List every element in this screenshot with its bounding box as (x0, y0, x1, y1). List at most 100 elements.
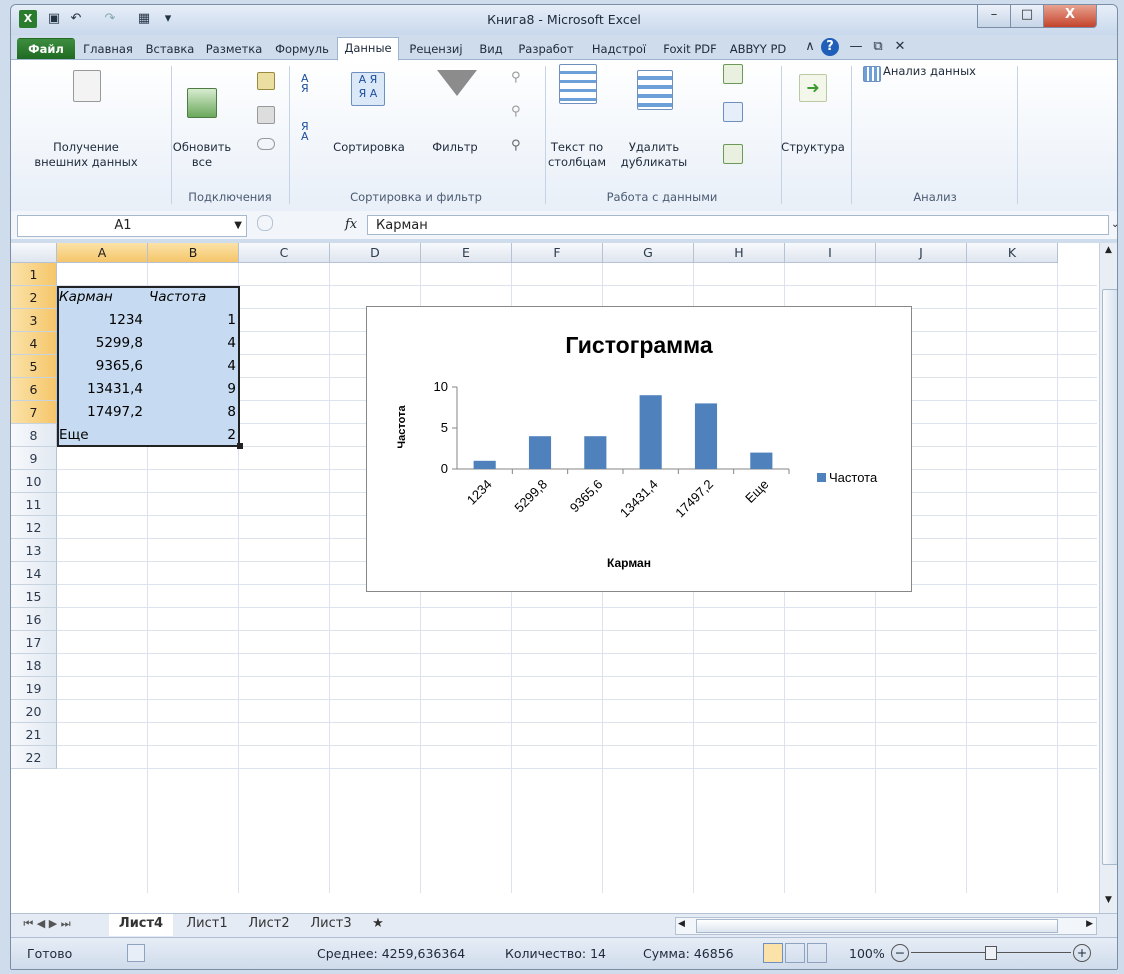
close-button[interactable]: X (1043, 5, 1097, 28)
cell-A1[interactable]: Карман (59, 286, 147, 309)
row-header-6[interactable]: 6 (11, 378, 57, 401)
ribbon-minimize-icon[interactable]: ∧ (801, 38, 819, 56)
select-all-corner[interactable] (11, 243, 57, 263)
tab-file[interactable]: Файл (17, 38, 75, 60)
normal-view-icon[interactable] (763, 943, 783, 963)
cell-B6[interactable]: 8 (149, 401, 239, 424)
clear-filter-icon[interactable]: ⚲ (511, 70, 527, 86)
zoom-in-icon[interactable]: + (1073, 944, 1091, 962)
sheet-tab[interactable]: Лист3 (303, 914, 359, 934)
row-header-14[interactable]: 14 (11, 562, 57, 585)
workbook-minimize-icon[interactable]: — (847, 38, 865, 56)
column-header-B[interactable]: B (148, 243, 239, 263)
column-header-D[interactable]: D (330, 243, 421, 263)
row-header-15[interactable]: 15 (11, 585, 57, 608)
sort-za-icon[interactable]: ЯА (301, 121, 317, 142)
column-header-G[interactable]: G (603, 243, 694, 263)
row-header-16[interactable]: 16 (11, 608, 57, 631)
column-header-J[interactable]: J (876, 243, 967, 263)
reapply-filter-icon[interactable]: ⚲ (511, 104, 527, 120)
help-icon[interactable]: ? (821, 38, 839, 56)
row-header-7[interactable]: 7 (11, 401, 57, 424)
column-header-K[interactable]: K (967, 243, 1058, 263)
row-header-12[interactable]: 12 (11, 516, 57, 539)
cell-B3[interactable]: 4 (149, 332, 239, 355)
maximize-button[interactable]: □ (1010, 5, 1044, 28)
row-header-2[interactable]: 2 (11, 286, 57, 309)
consolidate-icon[interactable] (723, 102, 743, 122)
workbook-restore-icon[interactable]: ⧉ (869, 38, 887, 56)
row-header-19[interactable]: 19 (11, 677, 57, 700)
row-header-17[interactable]: 17 (11, 631, 57, 654)
expand-formula-icon[interactable]: ⌄ (1111, 219, 1117, 230)
scroll-right-icon[interactable]: ▶ (1086, 919, 1093, 929)
name-box[interactable]: A1 ▼ (17, 215, 247, 237)
row-header-3[interactable]: 3 (11, 309, 57, 332)
column-header-A[interactable]: A (57, 243, 148, 263)
formula-input[interactable]: Карман (367, 215, 1109, 235)
tab-abbyy[interactable]: ABBYY PD (725, 38, 791, 60)
horizontal-scroll-thumb[interactable] (696, 919, 1058, 933)
tab-home[interactable]: Главная (77, 38, 139, 60)
row-header-22[interactable]: 22 (11, 746, 57, 769)
horizontal-scrollbar[interactable]: ◀ ▶ (675, 917, 1097, 935)
row-header-18[interactable]: 18 (11, 654, 57, 677)
row-header-1[interactable]: 1 (11, 263, 57, 286)
insert-function-button[interactable]: fx (345, 215, 367, 235)
cell-B2[interactable]: 1 (149, 309, 239, 332)
cell-A3[interactable]: 5299,8 (59, 332, 147, 355)
row-header-10[interactable]: 10 (11, 470, 57, 493)
scroll-up-icon[interactable]: ▲ (1101, 245, 1116, 259)
page-break-view-icon[interactable] (807, 943, 827, 963)
column-header-I[interactable]: I (785, 243, 876, 263)
page-layout-view-icon[interactable] (785, 943, 805, 963)
cell-A7[interactable]: Еще (59, 424, 147, 447)
row-header-4[interactable]: 4 (11, 332, 57, 355)
tab-developer[interactable]: Разработ (511, 38, 581, 60)
row-header-21[interactable]: 21 (11, 723, 57, 746)
cell-A6[interactable]: 17497,2 (59, 401, 147, 424)
what-if-icon[interactable] (723, 144, 743, 164)
column-header-E[interactable]: E (421, 243, 512, 263)
tab-insert[interactable]: Вставка (141, 38, 199, 60)
edit-links-icon[interactable] (257, 138, 275, 150)
row-header-20[interactable]: 20 (11, 700, 57, 723)
tab-page-layout[interactable]: Разметка (201, 38, 267, 60)
advanced-filter-icon[interactable]: ⚲ (511, 138, 527, 154)
tab-view[interactable]: Вид (473, 38, 509, 60)
zoom-out-icon[interactable]: − (891, 944, 909, 962)
cell-B5[interactable]: 9 (149, 378, 239, 401)
row-header-13[interactable]: 13 (11, 539, 57, 562)
cell-B7[interactable]: 2 (149, 424, 239, 447)
cell-A2[interactable]: 1234 (59, 309, 147, 332)
sort-az-icon[interactable]: АЯ (301, 73, 317, 94)
tab-data[interactable]: Данные (337, 37, 399, 61)
insert-sheet-icon[interactable]: ★ (363, 914, 393, 934)
tab-addins[interactable]: Надстрої (583, 38, 655, 60)
scroll-down-icon[interactable]: ▼ (1101, 895, 1116, 909)
workbook-close-icon[interactable]: ✕ (891, 38, 909, 56)
sheet-nav-icons[interactable]: ⏮ ◀ ▶ ⏭ (17, 914, 77, 934)
worksheet-grid[interactable]: ABCDEFGHIJK 1 2 3 4 5 6 7 8 9 10 11 12 13 14 15 16 17 18 1… (11, 243, 1117, 913)
tab-formulas[interactable]: Формуль (269, 38, 335, 60)
row-header-11[interactable]: 11 (11, 493, 57, 516)
minimize-button[interactable]: – (977, 5, 1011, 28)
zoom-slider-thumb[interactable] (985, 946, 997, 960)
properties-icon[interactable] (257, 106, 275, 124)
histogram-chart[interactable]: Гистограмма Частота Карман 1234 5299,8 936… (366, 306, 912, 592)
macro-record-icon[interactable] (127, 944, 145, 962)
column-header-C[interactable]: C (239, 243, 330, 263)
zoom-level[interactable]: 100% (849, 946, 885, 961)
row-header-9[interactable]: 9 (11, 447, 57, 470)
tab-foxit[interactable]: Foxit PDF (657, 38, 723, 60)
scroll-thumb[interactable] (1102, 289, 1117, 865)
cell-B1[interactable]: Частота (149, 286, 239, 309)
cell-B4[interactable]: 4 (149, 355, 239, 378)
tab-review[interactable]: Рецензиј (401, 38, 471, 60)
cell-A4[interactable]: 9365,6 (59, 355, 147, 378)
scroll-left-icon[interactable]: ◀ (678, 919, 685, 929)
connections-icon[interactable] (257, 72, 275, 90)
column-header-H[interactable]: H (694, 243, 785, 263)
sheet-tab[interactable]: Лист1 (179, 914, 235, 934)
column-header-F[interactable]: F (512, 243, 603, 263)
